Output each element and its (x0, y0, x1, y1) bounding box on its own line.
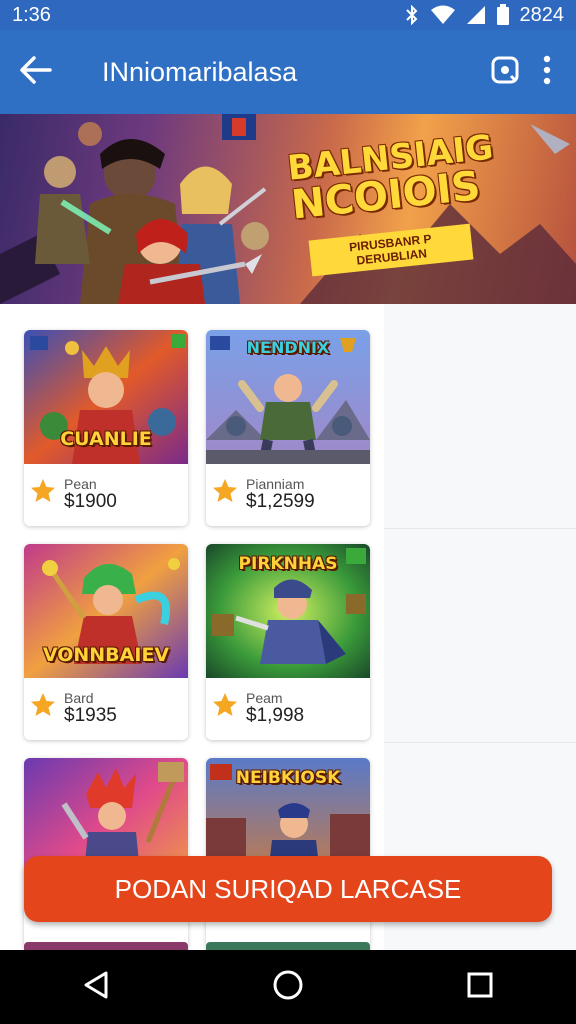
hero-banner[interactable]: BALNSIAIG NCOIOIS PIRUSBANR P DERUBLIAN (0, 114, 576, 304)
battery-icon (496, 4, 510, 26)
card-art: CUANLIE (24, 330, 188, 464)
nav-home-button[interactable] (258, 957, 318, 1017)
screenshot-button[interactable] (490, 55, 520, 90)
wifi-icon (430, 5, 456, 25)
star-icon (212, 692, 238, 723)
more-vertical-icon (542, 55, 552, 90)
card-price: $1,2599 (246, 491, 315, 512)
card-art: PIRKNHAS (206, 544, 370, 678)
app-title: INniomaribalasa (102, 56, 298, 87)
nav-recent-button[interactable] (450, 957, 510, 1017)
app-bar: INniomaribalasa (0, 30, 576, 114)
product-card-1[interactable]: CUANLIE Pean $1900 (24, 330, 188, 526)
camera-frame-icon (490, 55, 520, 90)
arrow-left-icon (18, 55, 52, 90)
nav-back-button[interactable] (66, 957, 126, 1017)
card-price: $1935 (64, 705, 117, 726)
card-art-title: PIRKNHAS (238, 554, 338, 574)
more-options-button[interactable] (542, 55, 552, 90)
card-price: $1,998 (246, 705, 305, 726)
status-time: 1:36 (12, 3, 51, 26)
back-button[interactable] (0, 30, 70, 114)
card-name: Peam (246, 690, 283, 706)
system-nav-bar (0, 950, 576, 1024)
product-card-peek-1 (24, 942, 188, 950)
signal-icon (466, 5, 486, 25)
card-name: Pean (64, 476, 97, 492)
card-name: Bard (64, 690, 94, 706)
card-price: $1900 (64, 491, 117, 512)
status-right-text: 2824 (519, 3, 565, 26)
square-recent-icon (466, 971, 494, 1004)
card-art-title: NEIBKIOSK (235, 768, 341, 788)
product-card-peek-2 (206, 942, 370, 950)
circle-home-icon (272, 969, 304, 1006)
status-bar: 1:36 2824 (0, 0, 576, 30)
purchase-cta-button[interactable]: PODAN SURIQAD LARCASE (24, 856, 552, 922)
card-art: VONNBAIEV (24, 544, 188, 678)
card-name: Pianniam (246, 476, 305, 492)
star-icon (212, 478, 238, 509)
card-art-title: CUANLIE (60, 428, 152, 450)
star-icon (30, 692, 56, 723)
card-art-title: NENDNIX (246, 338, 330, 357)
product-card-3[interactable]: VONNBAIEV Bard $1935 (24, 544, 188, 740)
right-panel (384, 304, 576, 950)
status-icons: 2824 (404, 3, 565, 27)
product-grid: CUANLIE Pean $1900 NENDNIX Pianniam $1,2… (0, 304, 576, 950)
card-art-title: VONNBAIEV (42, 644, 170, 666)
product-card-4[interactable]: PIRKNHAS Peam $1,998 (206, 544, 370, 740)
card-art: NENDNIX (206, 330, 370, 464)
bluetooth-icon (404, 5, 420, 25)
triangle-back-icon (82, 970, 110, 1005)
star-icon (30, 478, 56, 509)
product-card-2[interactable]: NENDNIX Pianniam $1,2599 (206, 330, 370, 526)
